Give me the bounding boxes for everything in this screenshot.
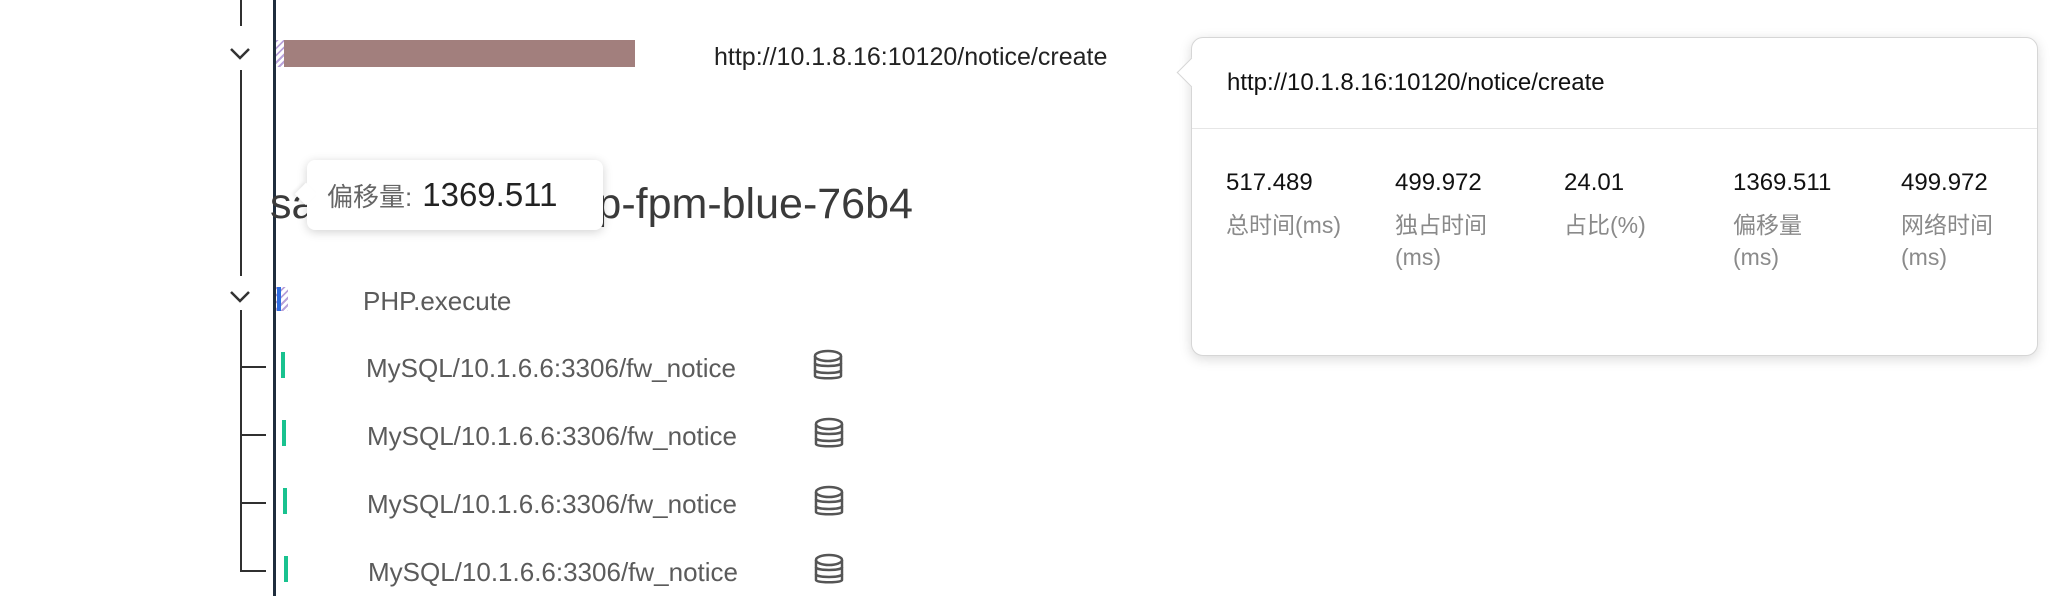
metric-total-time: 517.489 总时间(ms) <box>1226 163 1346 241</box>
mysql-span-bar[interactable] <box>282 420 286 446</box>
tree-branch-2 <box>240 434 266 436</box>
database-icon[interactable] <box>812 417 846 451</box>
database-icon[interactable] <box>812 485 846 519</box>
mysql-span-bar[interactable] <box>281 352 285 378</box>
mysql-span-label[interactable]: MySQL/10.1.6.6:3306/fw_notice <box>366 353 736 384</box>
metric-label: 占比(%) <box>1564 212 1646 238</box>
tree-branch-3 <box>240 502 266 504</box>
database-icon[interactable] <box>811 349 845 383</box>
metric-label: 网络时间(ms) <box>1901 212 1993 270</box>
php-span-bar[interactable] <box>277 287 281 311</box>
metric-label: 独占时间(ms) <box>1395 212 1487 270</box>
mysql-span-label[interactable]: MySQL/10.1.6.6:3306/fw_notice <box>368 557 738 588</box>
mysql-span-bar[interactable] <box>284 556 288 582</box>
tree-line-level1 <box>240 70 242 276</box>
popover-title: http://10.1.8.16:10120/notice/create <box>1192 38 2037 129</box>
metric-value: 1369.511 <box>1733 169 1832 196</box>
metric-offset: 1369.511 偏移量(ms) <box>1733 163 1843 273</box>
span-detail-popover: http://10.1.8.16:10120/notice/create 517… <box>1191 37 2038 356</box>
metric-value: 517.489 <box>1226 169 1313 196</box>
chevron-down-icon[interactable] <box>227 283 253 309</box>
metric-value: 499.972 <box>1395 169 1482 196</box>
tree-line-level2 <box>240 310 242 572</box>
offset-tooltip: 偏移量: 1369.511 <box>307 160 603 230</box>
tree-line-root <box>240 0 242 26</box>
metric-label: 总时间(ms) <box>1226 212 1341 238</box>
database-icon[interactable] <box>812 553 846 587</box>
chevron-down-icon[interactable] <box>227 40 253 66</box>
offset-tooltip-value: 1369.511 <box>422 176 558 213</box>
php-execute-label[interactable]: PHP.execute <box>363 286 511 317</box>
metric-percentage: 24.01 占比(%) <box>1564 163 1684 241</box>
metric-network-time: 499.972 网络时间(ms) <box>1901 163 2021 273</box>
mysql-span-label[interactable]: MySQL/10.1.6.6:3306/fw_notice <box>367 489 737 520</box>
root-span-bar[interactable] <box>284 40 635 67</box>
metric-value: 24.01 <box>1564 169 1625 196</box>
root-span-url[interactable]: http://10.1.8.16:10120/notice/create <box>714 43 1107 72</box>
tree-branch-1 <box>240 366 266 368</box>
tree-branch-4 <box>240 570 266 572</box>
metric-self-time: 499.972 独占时间(ms) <box>1395 163 1515 273</box>
metric-label: 偏移量(ms) <box>1733 212 1802 270</box>
mysql-span-label[interactable]: MySQL/10.1.6.6:3306/fw_notice <box>367 421 737 452</box>
offset-tooltip-label: 偏移量: <box>327 181 413 212</box>
metric-value: 499.972 <box>1901 169 1988 196</box>
mysql-span-bar[interactable] <box>283 488 287 514</box>
